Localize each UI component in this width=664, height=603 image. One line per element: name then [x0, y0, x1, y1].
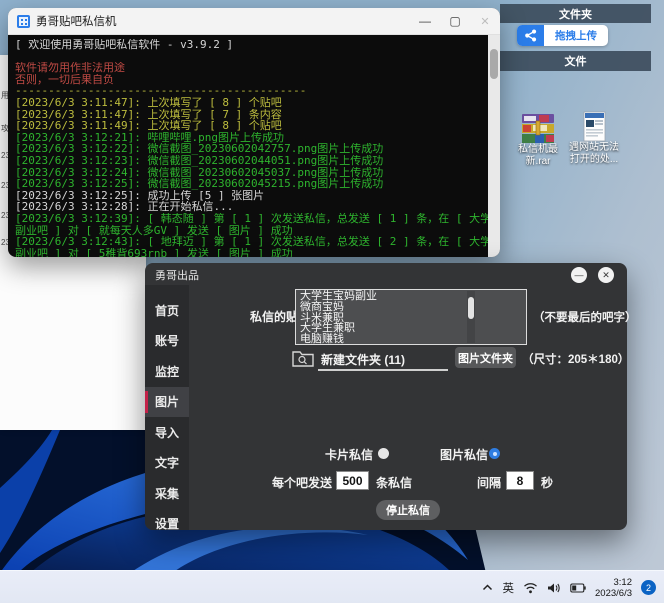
image-folder-button[interactable]: 图片文件夹 [455, 347, 516, 368]
console-line: [2023/6/3 3:12:21]: 哔哩哔哩.png图片上传成功 [15, 132, 488, 144]
tieba-list-item: 电脑赚钱 [300, 334, 522, 345]
stop-button[interactable]: 停止私信 [376, 500, 440, 520]
listbox-scrollbar[interactable] [467, 291, 475, 343]
console-line: [2023/6/3 3:11:47]: 上次填写了 [ 7 ] 条内容 [15, 109, 488, 121]
console-titlebar[interactable]: 勇哥贴吧私信机 — ▢ ✕ [8, 8, 500, 35]
console-line: [2023/6/3 3:11:49]: 上次填写了 [ 8 ] 个贴吧 [15, 120, 488, 132]
sidebar-item-label: 图片 [155, 393, 179, 410]
sidebar-item-label: 采集 [155, 485, 179, 502]
console-line: 副业吧 ] 对 [ 5稚背693rnb ] 发送 [ 图片 ] 成功 [15, 248, 488, 257]
console-line: [2023/6/3 3:12:28]: 正在开始私信... [15, 201, 488, 213]
sidebar-item[interactable]: 采集 [145, 478, 189, 509]
radio-card[interactable] [378, 448, 389, 459]
console-title: 勇哥贴吧私信机 [36, 13, 117, 29]
size-note: （尺寸：205＊180） [522, 351, 629, 367]
sidebar-item-label: 导入 [155, 424, 179, 441]
sidebar-item[interactable]: 设置 [145, 509, 189, 540]
sidebar-item-label: 设置 [155, 515, 179, 532]
console-line: ----------------------------------------… [15, 85, 488, 97]
sidebar-item[interactable]: 导入 [145, 417, 189, 448]
dialog-minimize-button[interactable]: — [571, 267, 587, 283]
wifi-icon[interactable] [523, 582, 538, 594]
desktop-icon-rar[interactable]: 私信机最 新.rar [510, 113, 566, 168]
close-button[interactable]: ✕ [470, 8, 500, 34]
icon-label: 新.rar [526, 156, 551, 168]
upload-folder-band: 文件夹 [500, 4, 651, 23]
desktop-icon-doc[interactable]: 遇网站无法 打开的处... [566, 111, 622, 166]
console-line: 副业吧 ] 对 [ 就每天人多GV ] 发送 [ 图片 ] 成功 [15, 225, 488, 237]
drag-upload-button[interactable]: 拖拽上传 [517, 25, 608, 46]
console-scrollbar[interactable] [488, 35, 500, 257]
console-line: [2023/6/3 3:11:47]: 上次填写了 [ 8 ] 个贴吧 [15, 97, 488, 109]
console-line: 软件请勿用作非法用途 [15, 62, 488, 74]
radio-image-label: 图片私信 [440, 446, 488, 463]
maximize-button[interactable]: ▢ [440, 8, 470, 34]
console-line: [ 欢迎使用勇哥贴吧私信软件 - v3.9.2 ] [15, 39, 488, 51]
clock[interactable]: 3:12 2023/6/3 [595, 577, 632, 599]
desktop: 文件夹 拖拽上传 文件 私信机最 新.rar [0, 0, 664, 603]
icon-label: 打开的处... [570, 154, 618, 166]
dialog-title: 勇哥出品 [155, 267, 199, 283]
console-line: [2023/6/3 3:12:25]: 成功上传 [5 ] 张图片 [15, 190, 488, 202]
console-app-icon [17, 15, 30, 28]
dialog-titlebar[interactable]: 勇哥出品 — ✕ [145, 263, 627, 287]
console-line: [2023/6/3 3:12:24]: 微信截图_20230602045037.… [15, 167, 488, 179]
listbox-scrollbar-thumb[interactable] [468, 297, 474, 319]
console-line: 否则，一切后果自负 [15, 74, 488, 86]
console-line: [2023/6/3 3:12:39]: [ 韩态随 ] 第 [ 1 ] 次发送私… [15, 213, 488, 225]
minimize-button[interactable]: — [410, 8, 440, 34]
folder-name-value[interactable]: 新建文件夹 (11) [321, 351, 405, 368]
console-line: [2023/6/3 3:12:22]: 微信截图_20230602042757.… [15, 143, 488, 155]
send-count-prefix: 每个吧发送 [272, 474, 332, 491]
app-dialog: 勇哥出品 — ✕ 首页 账号 监控 图片 [145, 263, 627, 530]
sidebar-item-label: 首页 [155, 302, 179, 319]
drag-upload-label: 拖拽上传 [544, 25, 608, 46]
console-line: [2023/6/3 3:12:43]: [ 地拜迈 ] 第 [ 1 ] 次发送私… [15, 236, 488, 248]
notification-badge[interactable]: 2 [641, 580, 656, 595]
interval-input[interactable]: 8 [506, 471, 534, 490]
sidebar-item[interactable]: 首页 [145, 295, 189, 326]
interval-label: 间隔 [477, 474, 501, 491]
taskbar: 英 [0, 570, 664, 603]
clock-time: 3:12 [614, 577, 633, 588]
scrollbar-thumb[interactable] [490, 49, 498, 79]
sidebar-item[interactable]: 图片 [145, 387, 189, 418]
tieba-list-item: 微商宝妈 [300, 302, 522, 313]
icon-label: 遇网站无法 [569, 142, 619, 154]
dialog-close-button[interactable]: ✕ [598, 267, 614, 283]
folder-search-icon[interactable] [292, 349, 314, 367]
radio-card-label: 卡片私信 [325, 446, 373, 463]
console-line: [2023/6/3 3:12:25]: 微信截图_20230602045215.… [15, 178, 488, 190]
interval-unit: 秒 [541, 474, 553, 491]
send-count-suffix: 条私信 [376, 474, 412, 491]
console-line: [2023/6/3 3:12:23]: 微信截图_20230602044051.… [15, 155, 488, 167]
sidebar-item[interactable]: 监控 [145, 356, 189, 387]
system-tray: 英 [481, 571, 656, 603]
battery-icon[interactable] [570, 583, 586, 593]
radio-image[interactable] [489, 448, 500, 459]
folder-band-label: 文件夹 [559, 6, 592, 22]
document-icon [583, 111, 606, 142]
console-line [15, 51, 488, 63]
icon-label: 私信机最 [518, 144, 558, 156]
sidebar-item-label: 监控 [155, 363, 179, 380]
console-window: 勇哥贴吧私信机 — ▢ ✕ [ 欢迎使用勇哥贴吧私信软件 - v3.9.2 ] … [8, 8, 500, 257]
tieba-listbox[interactable]: 大学生宝妈副业 微商宝妈 斗米兼职 大学生兼职 电脑赚钱 [295, 289, 527, 345]
file-band-label: 文件 [565, 53, 587, 69]
volume-icon[interactable] [547, 582, 561, 594]
send-count-input[interactable]: 500 [336, 471, 369, 490]
upload-file-band: 文件 [500, 51, 651, 71]
hidden-icons-chevron[interactable] [481, 582, 494, 593]
sidebar-item[interactable]: 账号 [145, 326, 189, 357]
ime-indicator[interactable]: 英 [503, 580, 515, 596]
sidebar-item[interactable]: 文字 [145, 448, 189, 479]
tieba-note: （不要最后的吧字） [533, 309, 637, 325]
share-icon [517, 25, 544, 46]
console-output: [ 欢迎使用勇哥贴吧私信软件 - v3.9.2 ] 软件请勿用作非法用途 否则，… [8, 35, 488, 257]
winrar-icon [521, 113, 555, 144]
dialog-sidebar: 首页 账号 监控 图片 导入 文字 [145, 285, 189, 530]
sidebar-item-label: 账号 [155, 332, 179, 349]
clock-date: 2023/6/3 [595, 588, 632, 599]
sidebar-item-label: 文字 [155, 454, 179, 471]
